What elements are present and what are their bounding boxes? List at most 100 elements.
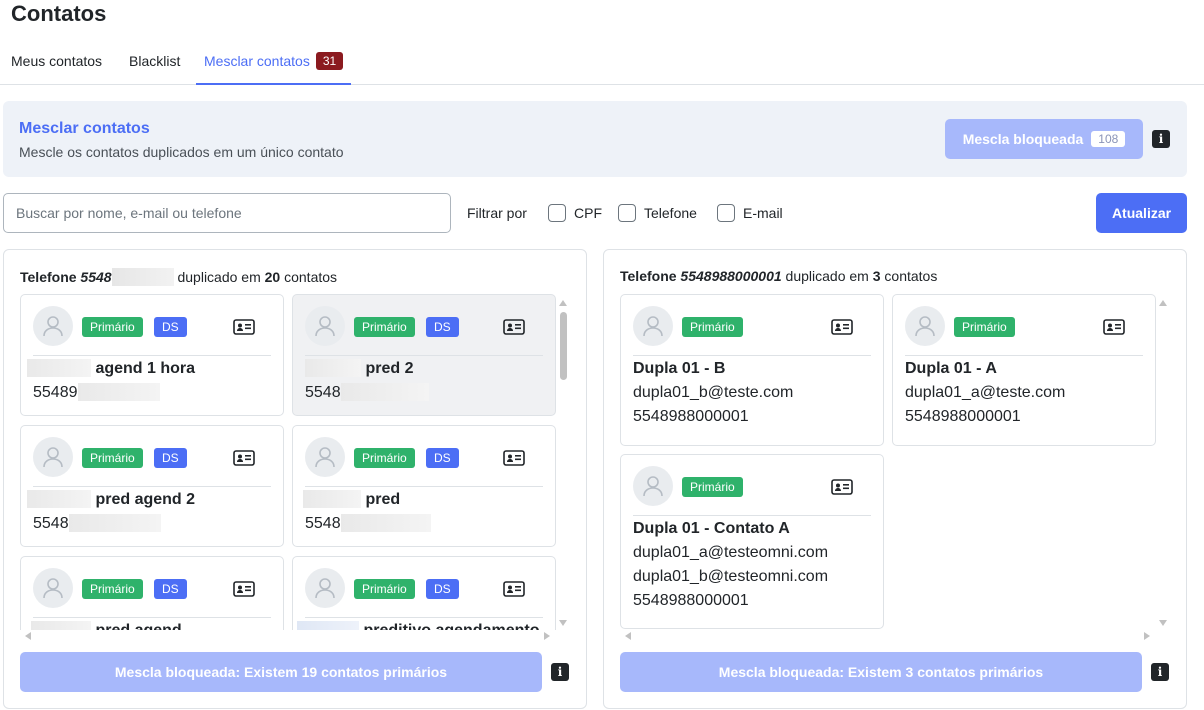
group-header: Telefone 5548 duplicado em 20 contatos: [20, 268, 337, 286]
contact-phone: 5548988000001: [633, 408, 749, 425]
user-avatar-icon: [305, 568, 345, 608]
redacted-mask: [303, 490, 361, 508]
search-input[interactable]: [3, 193, 451, 233]
contact-card[interactable]: Primário DS pred agend: [20, 556, 284, 630]
merge-blocked-footer-button[interactable]: Mescla bloqueada: Existem 3 contatos pri…: [620, 652, 1142, 692]
contact-name: pred 2: [305, 359, 413, 379]
contacts-scroll-area[interactable]: Primário DS agend 1 hora 55489 Primário …: [20, 294, 558, 630]
primary-badge: Primário: [954, 317, 1015, 337]
contact-card[interactable]: Primário DS pred 5548: [292, 425, 556, 547]
ds-tag: DS: [426, 448, 459, 468]
tab-blacklist[interactable]: Blacklist: [129, 44, 180, 85]
user-avatar-icon: [305, 306, 345, 346]
contact-email: dupla01_b@testeomni.com: [633, 568, 829, 585]
group-count: 20: [264, 269, 281, 285]
contact-card-icon[interactable]: [831, 319, 853, 335]
tab-meus-contatos[interactable]: Meus contatos: [11, 44, 102, 85]
ds-tag: DS: [154, 448, 187, 468]
scroll-down-arrow[interactable]: [559, 620, 567, 626]
tab-mesclar-contatos[interactable]: Mesclar contatos 31: [196, 44, 352, 85]
ds-tag: DS: [154, 317, 187, 337]
contact-phone-text: 5548: [305, 384, 341, 401]
contact-name: Dupla 01 - A: [905, 360, 997, 377]
contact-card-icon[interactable]: [1103, 319, 1125, 335]
redacted-mask: [340, 514, 431, 532]
primary-badge: Primário: [682, 317, 743, 337]
contact-card[interactable]: Primário DS pred 2 5548: [292, 294, 556, 416]
banner-title: Mesclar contatos: [19, 120, 150, 137]
contact-card[interactable]: Primário Dupla 01 - B dupla01_b@teste.co…: [620, 294, 884, 446]
scroll-down-arrow[interactable]: [1159, 620, 1167, 626]
group-header: Telefone 5548988000001 duplicado em 3 co…: [620, 268, 937, 284]
page-title: Contatos: [11, 1, 107, 26]
filter-email-checkbox[interactable]: [717, 204, 735, 222]
refresh-button[interactable]: Atualizar: [1096, 193, 1187, 233]
redacted-mask: [77, 383, 160, 401]
group-value: 5548988000001: [680, 268, 782, 284]
card-divider: [305, 617, 543, 618]
scroll-left-arrow[interactable]: [625, 632, 631, 640]
ds-tag: DS: [154, 579, 187, 599]
scroll-up-arrow[interactable]: [559, 300, 567, 306]
primary-badge: Primário: [354, 579, 415, 599]
contact-email: dupla01_a@testeomni.com: [633, 544, 829, 561]
redacted-mask: [68, 514, 161, 532]
contact-phone: 5548988000001: [905, 408, 1021, 425]
scroll-right-arrow[interactable]: [1144, 632, 1150, 640]
card-divider: [305, 486, 543, 487]
merge-blocked-button[interactable]: Mescla bloqueada 108: [945, 119, 1143, 159]
info-icon[interactable]: i: [1152, 130, 1170, 148]
contact-card-icon[interactable]: [503, 319, 525, 335]
card-divider: [33, 486, 271, 487]
duplicate-group-panel: Telefone 5548 duplicado em 20 contatos P…: [3, 249, 587, 709]
contact-card-icon[interactable]: [831, 479, 853, 495]
user-avatar-icon: [33, 306, 73, 346]
scrollbar-thumb[interactable]: [560, 312, 567, 380]
group-count-suffix: contatos: [884, 268, 938, 284]
filter-telefone-checkbox[interactable]: [618, 204, 636, 222]
primary-badge: Primário: [82, 579, 143, 599]
info-icon[interactable]: i: [551, 663, 569, 681]
merge-blocked-footer-button[interactable]: Mescla bloqueada: Existem 19 contatos pr…: [20, 652, 542, 692]
contact-card-icon[interactable]: [503, 450, 525, 466]
contact-name: pred: [303, 490, 400, 510]
merge-blocked-label: Mescla bloqueada: [962, 131, 1084, 147]
scroll-left-arrow[interactable]: [25, 632, 31, 640]
redacted-mask: [305, 359, 361, 377]
group-value: 5548: [80, 269, 112, 285]
contact-phone: 5548988000001: [633, 592, 749, 609]
contact-card[interactable]: Primário Dupla 01 - A dupla01_a@teste.co…: [892, 294, 1156, 446]
contact-card-icon[interactable]: [233, 450, 255, 466]
card-divider: [33, 617, 271, 618]
card-divider: [905, 355, 1143, 356]
info-icon[interactable]: i: [1151, 663, 1169, 681]
contact-card[interactable]: Primário DS preditivo agendamento: [292, 556, 556, 630]
contact-card-icon[interactable]: [233, 319, 255, 335]
contact-card[interactable]: Primário Dupla 01 - Contato A dupla01_a@…: [620, 454, 884, 629]
scroll-right-arrow[interactable]: [544, 632, 550, 640]
group-field: Telefone: [20, 269, 77, 285]
merge-blocked-count: 108: [1091, 131, 1126, 147]
primary-badge: Primário: [354, 317, 415, 337]
contact-name-text: pred: [365, 491, 401, 508]
contact-name: pred agend: [31, 621, 182, 630]
contact-card[interactable]: Primário DS agend 1 hora 55489: [20, 294, 284, 416]
group-count: 3: [872, 268, 881, 284]
user-avatar-icon: [305, 437, 345, 477]
user-avatar-icon: [33, 437, 73, 477]
tabs-bar: Meus contatos Blacklist Mesclar contatos…: [0, 44, 1204, 85]
contact-phone-text: 5548: [33, 515, 69, 532]
contact-name-text: pred agend 2: [95, 491, 196, 508]
group-dup-text: duplicado em: [177, 269, 261, 285]
contact-card-icon[interactable]: [503, 581, 525, 597]
contact-card[interactable]: Primário DS pred agend 2 5548: [20, 425, 284, 547]
scroll-up-arrow[interactable]: [1159, 300, 1167, 306]
contacts-scroll-area[interactable]: Primário Dupla 01 - B dupla01_b@teste.co…: [620, 294, 1158, 630]
filter-cpf-checkbox[interactable]: [548, 204, 566, 222]
tab-label: Mesclar contatos: [204, 53, 310, 69]
contact-card-icon[interactable]: [233, 581, 255, 597]
duplicate-group-panel: Telefone 5548988000001 duplicado em 3 co…: [603, 249, 1187, 709]
redacted-mask: [297, 621, 359, 630]
contact-name-text: pred agend: [95, 622, 181, 630]
primary-badge: Primário: [82, 317, 143, 337]
